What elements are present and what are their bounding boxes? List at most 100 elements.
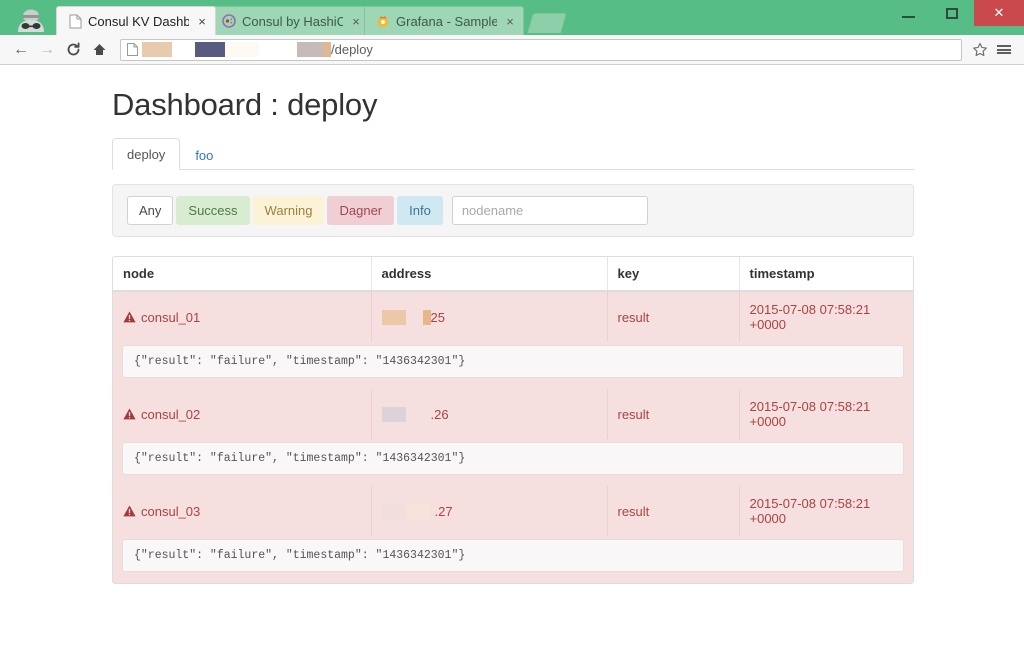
node-name: consul_02 <box>141 406 201 422</box>
table-row[interactable]: consul_03 .27 result 2015-07-08 07:58:21… <box>113 486 913 536</box>
page-viewport: Dashboard : deploy deploy foo Any Succes… <box>0 65 1024 645</box>
cell-detail: {"result": "failure", "timestamp": "1436… <box>113 439 913 486</box>
filter-bar: Any Success Warning Dagner Info <box>112 184 914 237</box>
url-gap-0 <box>172 42 195 57</box>
browser-tab-0[interactable]: Consul KV Dashboa × <box>56 6 216 35</box>
consul-icon <box>221 13 237 29</box>
incognito-profile-icon[interactable] <box>12 8 50 34</box>
table-body: consul_01 25 result 2015-07-08 07:58:21 … <box>113 291 913 583</box>
column-header-key: key <box>607 257 740 292</box>
url-redaction-0 <box>142 42 172 57</box>
nav-tab-deploy[interactable]: deploy <box>112 138 181 170</box>
address-suffix: .27 <box>434 503 453 519</box>
browser-window: Consul KV Dashboa × Consul by HashiCo × <box>0 0 1024 645</box>
cell-address: .26 <box>371 389 608 439</box>
warning-triangle-icon <box>123 505 136 517</box>
table-detail-row: {"result": "failure", "timestamp": "1436… <box>113 439 913 486</box>
tab-close-icon[interactable]: × <box>349 14 363 29</box>
cell-key: result <box>607 486 740 536</box>
cell-detail: {"result": "failure", "timestamp": "1436… <box>113 536 913 583</box>
column-header-node: node <box>113 257 372 292</box>
column-header-timestamp: timestamp <box>739 257 913 292</box>
window-minimize-button[interactable] <box>886 0 930 26</box>
page-info-icon <box>127 43 138 56</box>
table-row[interactable]: consul_02 .26 result 2015-07-08 07:58:21… <box>113 389 913 439</box>
address-suffix: 25 <box>430 309 445 325</box>
node-name: consul_03 <box>141 503 201 519</box>
tab-strip: Consul KV Dashboa × Consul by HashiCo × <box>0 0 1024 35</box>
detail-json: {"result": "failure", "timestamp": "1436… <box>122 539 904 572</box>
browser-tab-title: Consul KV Dashboa <box>88 13 189 29</box>
home-icon[interactable] <box>86 37 112 63</box>
url-redaction-1 <box>195 42 225 57</box>
results-table: node address key timestamp consul_01 25 … <box>113 257 913 583</box>
filter-button-danger[interactable]: Dagner <box>327 196 395 225</box>
page-title: Dashboard : deploy <box>112 87 378 122</box>
browser-toolbar: ← → /deploy <box>0 35 1024 65</box>
tab-close-icon[interactable]: × <box>195 14 209 29</box>
browser-tab-1[interactable]: Consul by HashiCo × <box>210 6 370 35</box>
address-redaction-1 <box>405 503 430 519</box>
filter-button-any[interactable]: Any <box>127 196 174 225</box>
dashboard-nav-tabs: deploy foo <box>112 138 914 170</box>
cell-key: result <box>607 291 740 342</box>
address-bar[interactable]: /deploy <box>120 38 962 61</box>
tab-close-icon[interactable]: × <box>503 14 517 29</box>
cell-timestamp: 2015-07-08 07:58:21 +0000 <box>739 389 913 439</box>
cell-address: 25 <box>371 291 608 342</box>
reload-icon[interactable] <box>60 37 86 63</box>
table-head: node address key timestamp <box>113 257 913 292</box>
column-header-address: address <box>371 257 608 292</box>
address-redaction-0 <box>381 406 406 422</box>
address-redaction-0 <box>381 309 406 325</box>
warning-triangle-icon <box>123 311 136 323</box>
bookmark-star-icon[interactable] <box>968 38 992 62</box>
table-row[interactable]: consul_01 25 result 2015-07-08 07:58:21 … <box>113 291 913 342</box>
table-detail-row: {"result": "failure", "timestamp": "1436… <box>113 536 913 583</box>
nodename-input[interactable] <box>451 196 648 225</box>
detail-json: {"result": "failure", "timestamp": "1436… <box>122 442 904 475</box>
cell-key: result <box>607 389 740 439</box>
node-name: consul_01 <box>141 309 201 325</box>
window-maximize-button[interactable] <box>930 0 974 26</box>
cell-timestamp: 2015-07-08 07:58:21 +0000 <box>739 291 913 342</box>
address-suffix: .26 <box>430 406 449 422</box>
window-close-button[interactable]: ✕ <box>974 0 1024 26</box>
url-redaction-4 <box>323 42 331 57</box>
cell-node: consul_02 <box>113 389 372 439</box>
address-gap-0 <box>406 310 423 325</box>
address-gap-0 <box>406 407 431 422</box>
detail-json: {"result": "failure", "timestamp": "1436… <box>122 345 904 378</box>
table-header-row: node address key timestamp <box>113 257 913 292</box>
cell-detail: {"result": "failure", "timestamp": "1436… <box>113 342 913 389</box>
back-icon[interactable]: ← <box>8 37 34 63</box>
new-tab-button[interactable] <box>527 13 567 33</box>
browser-tab-title: Consul by HashiCo <box>242 13 343 29</box>
status-filter-group: Any Success Warning Dagner Info <box>127 196 446 225</box>
warning-triangle-icon <box>123 408 136 420</box>
document-icon <box>67 13 83 29</box>
forward-icon[interactable]: → <box>34 37 60 63</box>
browser-menu-icon[interactable] <box>992 38 1016 62</box>
url-gap-1 <box>259 42 297 57</box>
dashboard-page: Dashboard : deploy deploy foo Any Succes… <box>0 65 1024 584</box>
results-table-container: node address key timestamp consul_01 25 … <box>112 256 914 584</box>
filter-button-success[interactable]: Success <box>176 196 250 225</box>
cell-node: consul_03 <box>113 486 372 536</box>
browser-tab-2[interactable]: Grafana - Sample × <box>364 6 524 35</box>
grafana-icon <box>375 13 391 29</box>
url-redaction-3 <box>297 42 323 57</box>
address-redaction-0 <box>381 503 406 519</box>
table-detail-row: {"result": "failure", "timestamp": "1436… <box>113 342 913 389</box>
url-redaction-2 <box>225 42 259 57</box>
browser-tab-title: Grafana - Sample <box>396 13 497 29</box>
filter-button-warning[interactable]: Warning <box>252 196 325 225</box>
nav-tab-foo[interactable]: foo <box>180 139 228 170</box>
window-controls: ✕ <box>886 0 1024 26</box>
cell-node: consul_01 <box>113 291 372 342</box>
address-redaction-1 <box>422 309 431 325</box>
filter-button-info[interactable]: Info <box>397 196 443 225</box>
cell-address: .27 <box>371 486 608 536</box>
cell-timestamp: 2015-07-08 07:58:21 +0000 <box>739 486 913 536</box>
browser-tabs: Consul KV Dashboa × Consul by HashiCo × <box>56 6 567 35</box>
